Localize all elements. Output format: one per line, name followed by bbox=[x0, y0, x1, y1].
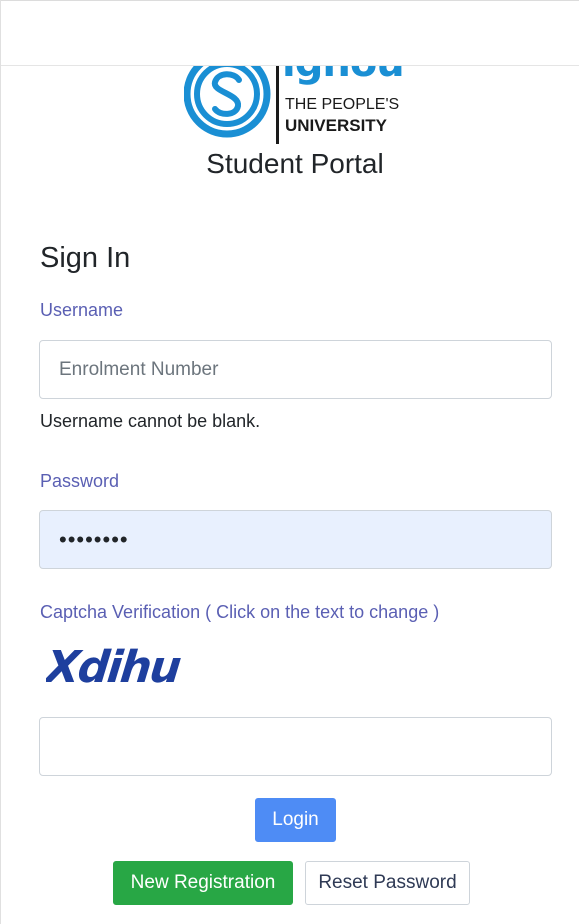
captcha-label: Captcha Verification ( Click on the text… bbox=[40, 602, 440, 622]
password-masked-value: •••••••• bbox=[59, 526, 129, 552]
ignou-emblem-icon bbox=[184, 66, 271, 138]
signin-heading: Sign In bbox=[40, 242, 131, 274]
new-registration-button[interactable]: New Registration bbox=[113, 861, 293, 905]
logo-tagline-line1: THE PEOPLE'S bbox=[285, 96, 400, 113]
captcha-image[interactable]: Xdihu bbox=[46, 630, 196, 694]
top-navbar bbox=[0, 0, 579, 66]
left-border bbox=[0, 0, 1, 924]
username-error-message: Username cannot be blank. bbox=[40, 411, 261, 431]
password-label: Password bbox=[40, 471, 120, 491]
reset-password-button[interactable]: Reset Password bbox=[305, 861, 470, 905]
logo-tagline-line2: UNIVERSITY bbox=[285, 116, 388, 135]
password-input[interactable]: •••••••• bbox=[39, 510, 552, 569]
portal-title: Student Portal bbox=[206, 148, 384, 179]
logo-wordmark: ignou bbox=[282, 66, 405, 86]
ignou-logo: ignou THE PEOPLE'S UNIVERSITY bbox=[184, 66, 414, 146]
logo-divider bbox=[276, 66, 279, 144]
captcha-input[interactable] bbox=[39, 717, 552, 776]
username-label: Username bbox=[40, 300, 124, 320]
captcha-text: Xdihu bbox=[46, 642, 183, 693]
login-button[interactable]: Login bbox=[255, 798, 336, 842]
username-input[interactable] bbox=[39, 340, 552, 399]
